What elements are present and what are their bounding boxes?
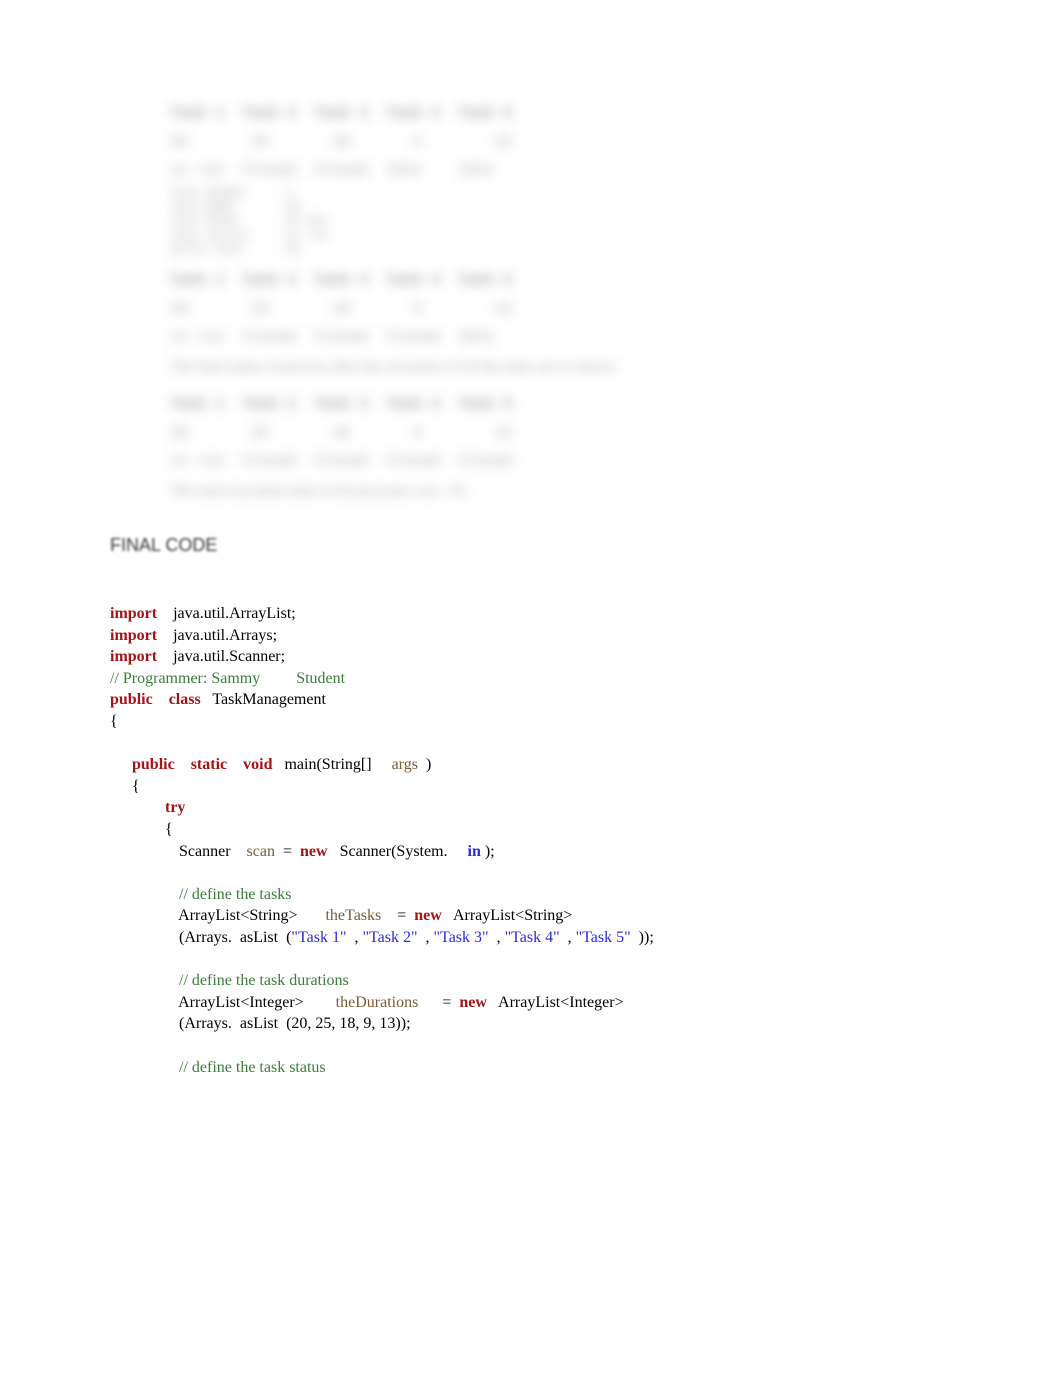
keyword-public: public [132, 756, 175, 773]
document-page: Task 1 Task 2 Task 3 Task 4 Task 5 20 25… [0, 0, 1062, 1377]
comma: , [560, 929, 576, 946]
blurred-header-row-2: Task 1 Task 2 Task 3 Task 4 Task 5 [170, 267, 952, 296]
equals: = [381, 907, 414, 924]
blurred-values-row: 20 25 18 9 13 [170, 129, 952, 158]
import-text: java.util.Scanner; [157, 648, 285, 665]
code-block: import java.util.ArrayList; import java.… [110, 581, 952, 1099]
keyword-static: static [191, 756, 227, 773]
brace: { [165, 821, 173, 838]
main-signature: main(String[] [272, 756, 391, 773]
keyword-public: public [110, 691, 153, 708]
blurred-status-row-2: in run Closed Closed Closed Idle [170, 324, 952, 353]
arrays-aslist: (Arrays. asList ( [175, 929, 291, 946]
keyword-new: new [300, 843, 328, 860]
spacer [170, 257, 952, 267]
blurred-values-row-2: 20 25 18 9 13 [170, 296, 952, 325]
main-signature-end: ) [418, 756, 431, 773]
durations-values: (Arrays. asList (20, 25, 18, 9, 13)); [175, 1015, 411, 1032]
comment-programmer: // Programmer: Sammy Student [110, 670, 345, 687]
final-code-heading: FINAL CODE [110, 535, 952, 556]
var-theDurations: theDurations [336, 994, 419, 1011]
keyword-void: void [243, 756, 272, 773]
string-task5: "Task 5" [576, 929, 631, 946]
blurred-header-row: Task 1 Task 2 Task 3 Task 4 Task 5 [170, 100, 952, 129]
comment-define-status: // define the task status [175, 1059, 326, 1076]
var-theTasks: theTasks [325, 907, 381, 924]
equals: = [275, 843, 300, 860]
keyword-new: new [459, 994, 487, 1011]
var-scan: scan [247, 843, 275, 860]
keyword-try: try [165, 799, 185, 816]
class-name: TaskManagement [201, 691, 326, 708]
brace: { [110, 713, 118, 730]
equals: = [418, 994, 459, 1011]
scanner-end: ); [481, 843, 495, 860]
scanner-decl: Scanner [175, 843, 247, 860]
comment-define-durations: // define the task durations [175, 972, 349, 989]
string-task4: "Task 4" [505, 929, 560, 946]
blurred-header-row-3: Task 1 Task 2 Task 3 Task 4 Task 5 [170, 391, 952, 420]
comma: , [489, 929, 505, 946]
keyword-import: import [110, 648, 157, 665]
system-in: in [468, 843, 481, 860]
scanner-ctor: Scanner(System. [328, 843, 468, 860]
spacer [170, 381, 952, 391]
keyword-new: new [414, 907, 442, 924]
durations-decl: ArrayList<Integer> [175, 994, 336, 1011]
import-text: java.util.Arrays; [157, 627, 277, 644]
tasks-decl: ArrayList<String> [175, 907, 325, 924]
comma: , [418, 929, 434, 946]
blurred-status-row-3: in run Closed Closed Closed Closed [170, 448, 952, 477]
blurred-mid-text: The final status of process after the ex… [170, 353, 952, 382]
string-task1: "Task 1" [291, 929, 346, 946]
list-end: )); [631, 929, 654, 946]
blurred-meta-block: Task Number : 1 Task Name : 20 Task Powe… [170, 186, 952, 258]
param-args: args [392, 756, 418, 773]
string-task2: "Task 2" [362, 929, 417, 946]
tasks-type: ArrayList<String> [442, 907, 572, 924]
blurred-output-block: Task 1 Task 2 Task 3 Task 4 Task 5 20 25… [170, 100, 952, 505]
durations-type: ArrayList<Integer> [487, 994, 624, 1011]
comment-define-tasks: // define the tasks [175, 886, 291, 903]
keyword-class: class [169, 691, 201, 708]
keyword-import: import [110, 627, 157, 644]
brace: { [132, 778, 140, 795]
blurred-status-row-1: in run Closed Closed Idle Idle [170, 157, 952, 186]
blurred-total-text: The total execution time of all processe… [170, 477, 952, 506]
keyword-import: import [110, 605, 157, 622]
string-task3: "Task 3" [434, 929, 489, 946]
import-text: java.util.ArrayList; [157, 605, 296, 622]
comma: , [346, 929, 362, 946]
blurred-values-row-3: 20 25 18 9 13 [170, 420, 952, 449]
